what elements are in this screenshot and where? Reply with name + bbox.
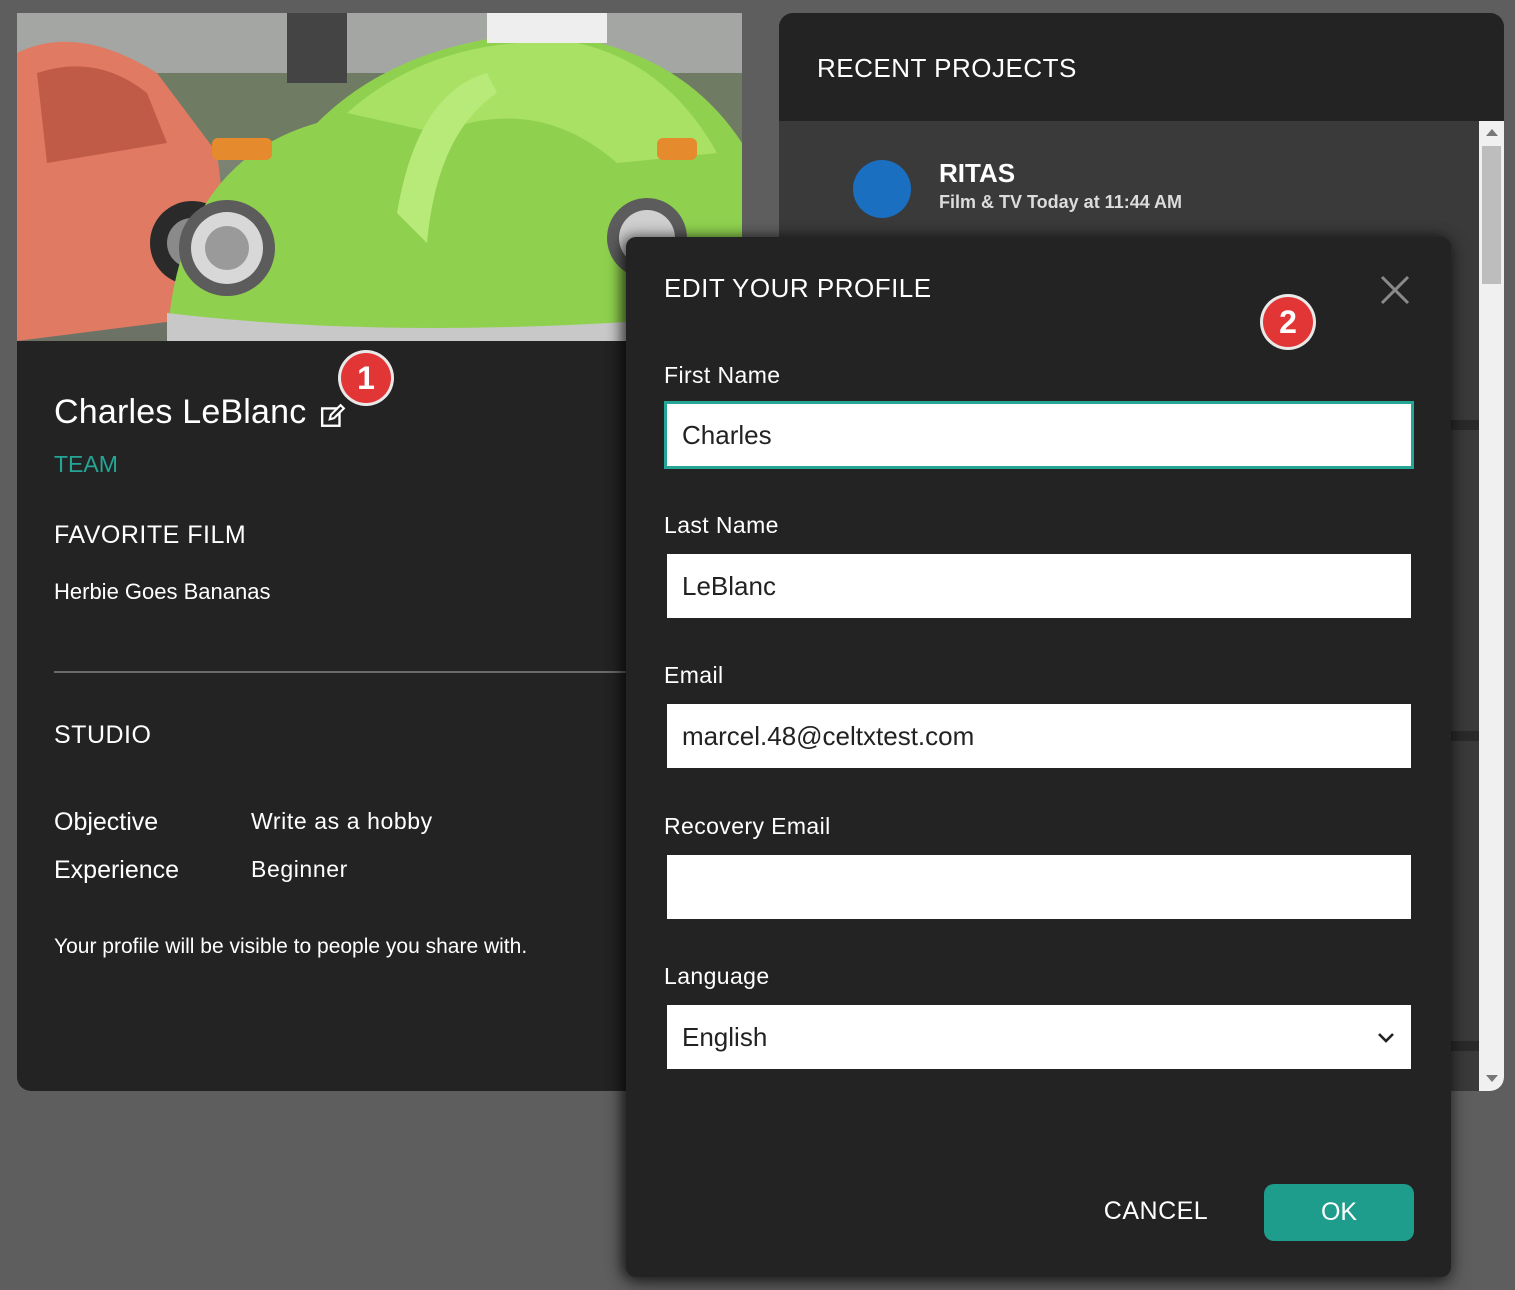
last-name-input[interactable] (667, 554, 1411, 618)
language-select[interactable]: English (667, 1005, 1411, 1069)
recent-projects-title: RECENT PROJECTS (817, 53, 1077, 83)
email-label: Email (664, 662, 724, 688)
ok-button[interactable]: OK (1264, 1184, 1414, 1241)
scroll-up-icon[interactable] (1486, 129, 1498, 136)
language-selected-value: English (682, 1021, 768, 1052)
experience-value: Beginner (251, 856, 348, 882)
language-label: Language (664, 963, 770, 989)
first-name-label: First Name (664, 362, 781, 388)
objective-value: Write as a hobby (251, 808, 433, 834)
objective-label: Objective (54, 808, 159, 836)
recovery-email-label: Recovery Email (664, 813, 831, 839)
annotation-badge-1: 1 (341, 353, 391, 403)
annotation-badge-2: 2 (1263, 297, 1313, 347)
dialog-title: EDIT YOUR PROFILE (664, 273, 932, 303)
recovery-email-input[interactable] (667, 855, 1411, 919)
edit-profile-dialog: EDIT YOUR PROFILE First Name Last Name E… (626, 237, 1451, 1277)
edit-icon[interactable] (320, 403, 346, 429)
first-name-input[interactable] (664, 401, 1414, 469)
experience-label: Experience (54, 856, 180, 884)
favorite-film-heading: FAVORITE FILM (54, 521, 247, 549)
profile-name: Charles LeBlanc (54, 393, 307, 431)
profile-name-row: Charles LeBlanc (54, 393, 346, 432)
scrollbar-thumb[interactable] (1482, 146, 1501, 284)
recent-projects-header: RECENT PROJECTS (779, 13, 1504, 121)
chevron-down-icon (1378, 1033, 1394, 1043)
project-meta: Film & TV Today at 11:44 AM (939, 192, 1183, 212)
profile-role: TEAM (54, 451, 118, 477)
cancel-button[interactable]: CANCEL (1096, 1182, 1216, 1240)
studio-heading: STUDIO (54, 721, 152, 749)
visibility-note: Your profile will be visible to people y… (54, 935, 528, 958)
project-name: RITAS (939, 158, 1016, 188)
last-name-label: Last Name (664, 512, 779, 538)
project-color-dot (853, 160, 911, 218)
scroll-down-icon[interactable] (1486, 1075, 1498, 1082)
favorite-film-value: Herbie Goes Bananas (54, 579, 271, 604)
close-icon[interactable] (1378, 273, 1412, 307)
email-input[interactable] (667, 704, 1411, 768)
section-divider (54, 671, 644, 673)
